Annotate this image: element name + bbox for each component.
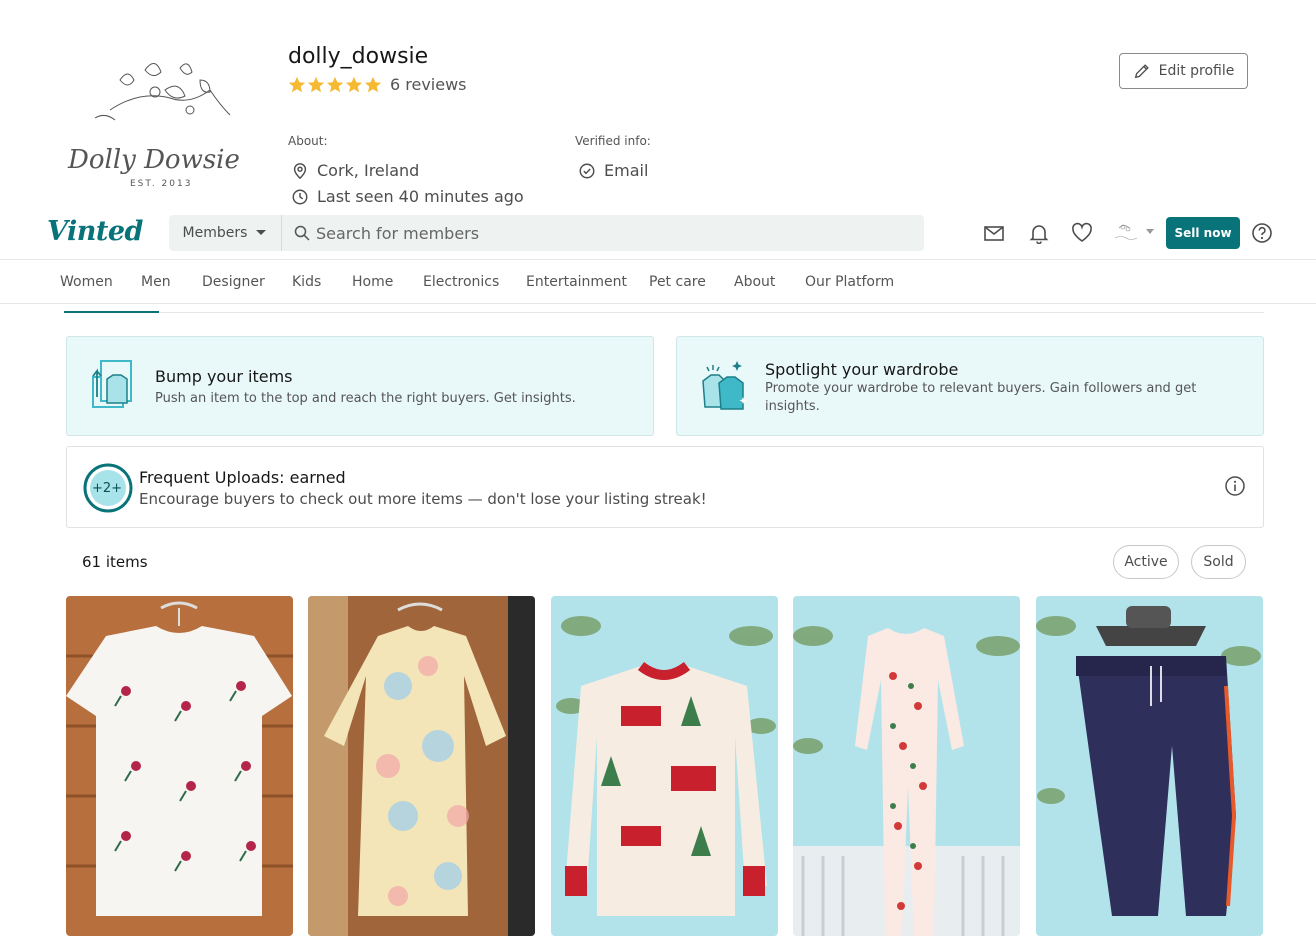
spotlight-text-line2: insights.: [765, 399, 820, 414]
location-row: Cork, Ireland: [291, 161, 419, 180]
search-bar: Members: [169, 215, 924, 251]
star-icon: [364, 76, 382, 92]
info-icon[interactable]: [1224, 475, 1246, 497]
category-electronics[interactable]: Electronics: [423, 274, 499, 290]
category-about[interactable]: About: [734, 274, 775, 290]
item-photo-floral-dress: [308, 596, 535, 936]
category-men[interactable]: Men: [141, 274, 171, 290]
search-input[interactable]: [316, 223, 916, 243]
star-icon: [345, 76, 363, 92]
item-card[interactable]: [551, 596, 778, 936]
frequent-uploads-badge-icon: +2+: [83, 463, 133, 513]
last-seen-text: Last seen 40 minutes ago: [317, 187, 524, 206]
spotlight-text-line1: Promote your wardrobe to relevant buyers…: [765, 381, 1197, 396]
profile-header: Dolly Dowsie EST. 2013 dolly_dowsie 6 re…: [0, 0, 1316, 212]
heart-icon[interactable]: [1071, 222, 1093, 244]
item-photo-christmas-pyjama-top: [551, 596, 778, 936]
edit-profile-button[interactable]: Edit profile: [1119, 53, 1248, 89]
shop-logo: Dolly Dowsie EST. 2013: [60, 50, 256, 200]
profile-username: dolly_dowsie: [288, 44, 429, 69]
help-icon[interactable]: [1251, 222, 1273, 244]
bump-title: Bump your items: [155, 367, 293, 386]
verified-email-row: Email: [578, 161, 648, 180]
filter-active-chip[interactable]: Active: [1113, 545, 1179, 579]
search-icon: [294, 225, 310, 241]
star-icon: [288, 76, 306, 92]
verified-email-text: Email: [604, 161, 649, 180]
category-women[interactable]: Women: [60, 274, 113, 290]
bump-text: Push an item to the top and reach the ri…: [155, 391, 576, 406]
active-tab-indicator: [64, 311, 159, 313]
svg-text:Dolly Dowsie: Dolly Dowsie: [67, 145, 240, 175]
category-kids[interactable]: Kids: [292, 274, 321, 290]
last-seen-row: Last seen 40 minutes ago: [291, 187, 524, 206]
bell-icon[interactable]: [1028, 222, 1050, 244]
items-count: 61 items: [82, 553, 148, 571]
search-scope-dropdown[interactable]: Members: [169, 215, 282, 251]
item-card[interactable]: [66, 596, 293, 936]
category-designer[interactable]: Designer: [202, 274, 265, 290]
profile-rating[interactable]: 6 reviews: [288, 75, 467, 94]
star-rating: [288, 76, 382, 94]
item-photo-navy-joggers: [1036, 596, 1263, 936]
top-navigation-bar: Vinted Members Sell now: [0, 212, 1316, 260]
caret-down-icon[interactable]: [1146, 229, 1154, 235]
category-navigation: Women Men Designer Kids Home Electronics…: [0, 260, 1316, 304]
star-icon: [307, 76, 325, 92]
caret-down-icon: [256, 230, 267, 235]
spotlight-icon: [702, 361, 747, 410]
sell-now-button[interactable]: Sell now: [1166, 217, 1240, 249]
item-card[interactable]: [1036, 596, 1263, 936]
vinted-logo[interactable]: Vinted: [47, 216, 143, 247]
inbox-mail-icon[interactable]: [983, 222, 1005, 244]
category-entertainment[interactable]: Entertainment: [526, 274, 627, 290]
item-card[interactable]: [308, 596, 535, 936]
frequent-uploads-title: Frequent Uploads: earned: [139, 468, 346, 487]
verified-heading: Verified info:: [575, 134, 651, 148]
item-card[interactable]: [793, 596, 1020, 936]
clock-icon: [292, 189, 308, 204]
pencil-icon: [1134, 64, 1149, 79]
category-pet-care[interactable]: Pet care: [649, 274, 706, 290]
filter-sold-chip[interactable]: Sold: [1191, 545, 1246, 579]
user-avatar[interactable]: [1111, 220, 1141, 246]
category-home[interactable]: Home: [352, 274, 393, 290]
check-circle-icon: [579, 163, 595, 178]
item-photo-christmas-onesie: [793, 596, 1020, 936]
star-icon: [326, 76, 344, 92]
location-pin-icon: [293, 162, 307, 179]
svg-text:+2+: +2+: [92, 481, 122, 496]
frequent-uploads-text: Encourage buyers to check out more items…: [139, 490, 707, 508]
location-text: Cork, Ireland: [317, 161, 420, 180]
category-our-platform[interactable]: Our Platform: [805, 274, 894, 290]
edit-profile-label: Edit profile: [1158, 63, 1235, 79]
item-photo-white-sweater: [66, 596, 293, 936]
reviews-count[interactable]: 6 reviews: [390, 75, 467, 94]
search-field: [282, 215, 924, 251]
svg-text:EST. 2013: EST. 2013: [130, 179, 192, 189]
spotlight-wardrobe-card[interactable]: Spotlight your wardrobe Promote your war…: [676, 336, 1264, 436]
search-scope-label: Members: [182, 225, 248, 241]
bump-icon: [92, 360, 132, 408]
profile-tabs-divider: [64, 312, 1264, 313]
frequent-uploads-banner: +2+ Frequent Uploads: earned Encourage b…: [66, 446, 1264, 528]
spotlight-title: Spotlight your wardrobe: [765, 360, 959, 379]
about-heading: About:: [288, 134, 328, 148]
bump-items-card[interactable]: Bump your items Push an item to the top …: [66, 336, 654, 436]
